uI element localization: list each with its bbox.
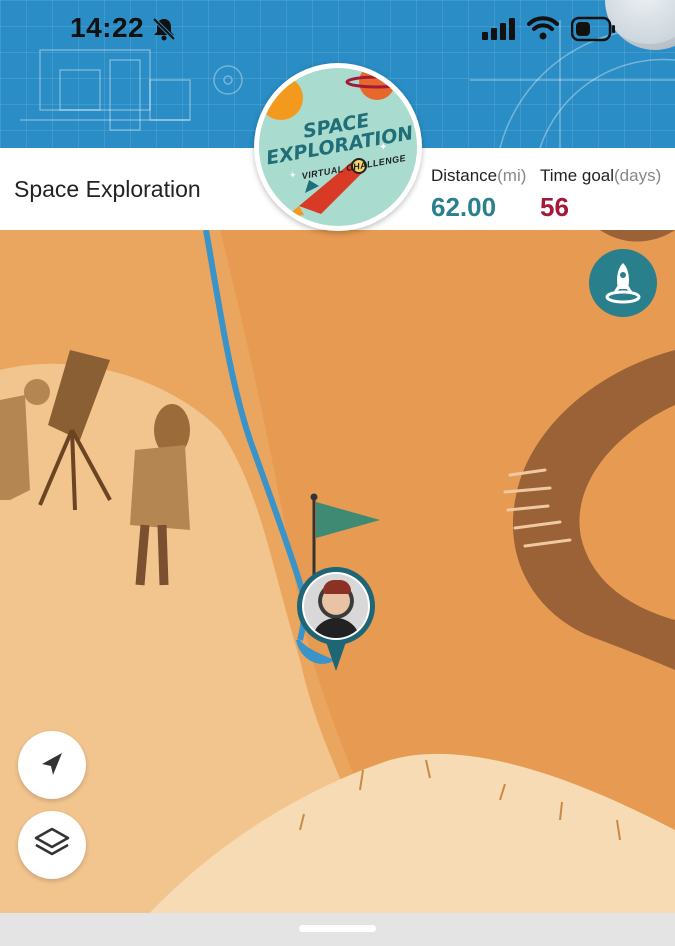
locate-me-button[interactable] [18,731,86,799]
badge-artwork: ✦ ✦ SPACE EXPLORATION VIRTUAL CHALLENGE [259,68,417,226]
user-avatar [304,574,368,638]
status-time: 14:22 [70,12,145,43]
distance-unit: (mi) [497,166,527,185]
time-goal-label: Time goal(days) [540,166,661,186]
layers-icon [34,827,70,856]
distance-label: Distance(mi) [431,166,526,186]
battery-icon [570,16,617,47]
navigation-arrow-icon [42,753,62,775]
distance-value: 62.00 [431,192,497,222]
rocket-progress-button[interactable] [589,249,657,317]
challenge-title: Space Exploration [14,176,201,202]
user-location-marker[interactable] [295,565,381,673]
status-bar: 14:22 [0,0,675,60]
map-layers-button[interactable] [18,811,86,879]
time-goal-unit: (days) [614,166,662,185]
wifi-icon [527,16,559,45]
svg-text:✦: ✦ [289,170,297,180]
time-goal-stat: Time goal(days) 56 [540,166,661,223]
time-goal-value: 56 [540,192,569,222]
system-bottom-bar [0,913,675,946]
distance-label-text: Distance [431,166,498,185]
rocket-icon [605,263,641,304]
home-indicator[interactable] [299,925,376,932]
distance-stat: Distance(mi) 62.00 [431,166,526,223]
time-goal-label-text: Time goal [540,166,615,185]
bell-muted-icon [151,16,177,47]
signal-icon [482,18,516,45]
challenge-badge: ✦ ✦ SPACE EXPLORATION VIRTUAL CHALLENGE [254,63,422,231]
